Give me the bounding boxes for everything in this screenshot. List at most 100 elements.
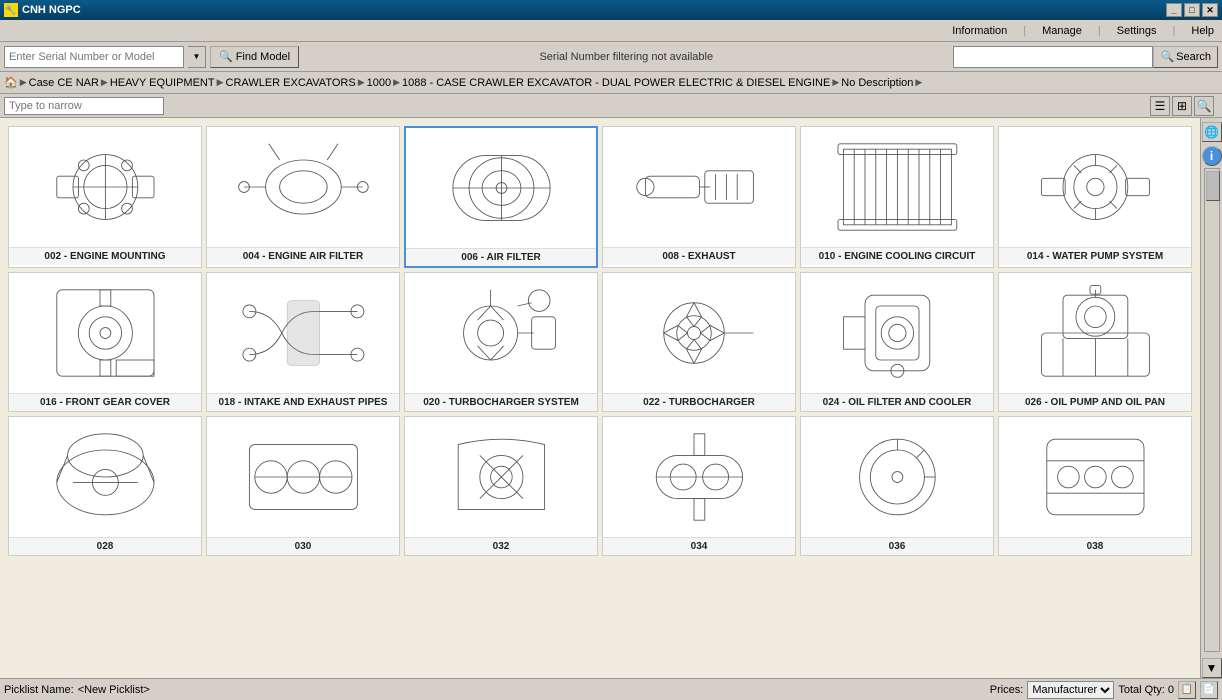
menu-manage[interactable]: Manage xyxy=(1042,25,1082,37)
part-card-038[interactable]: 038 xyxy=(998,416,1192,556)
prices-select[interactable]: ManufacturerDealerRetail xyxy=(1027,681,1114,699)
part-label-032: 032 xyxy=(405,537,597,555)
find-model-icon: 🔍 xyxy=(219,50,233,63)
part-image-014 xyxy=(999,127,1191,247)
part-image-024 xyxy=(801,273,993,393)
status-btn-2[interactable]: 📄 xyxy=(1200,681,1218,699)
breadcrumb-item-3[interactable]: 1000 xyxy=(367,77,391,89)
breadcrumb: 🏠 ▶ Case CE NAR ▶ HEAVY EQUIPMENT ▶ CRAW… xyxy=(0,72,1222,94)
part-label-006: 006 - AIR FILTER xyxy=(406,248,596,266)
app-icon: 🔧 xyxy=(4,3,18,17)
parts-grid-container: 002 - ENGINE MOUNTING 004 - ENGINE AIR FI… xyxy=(0,118,1200,678)
part-card-024[interactable]: 024 - OIL FILTER AND COOLER xyxy=(800,272,994,412)
filter-bar: ☰ ⊞ 🔍 xyxy=(0,94,1222,118)
part-label-024: 024 - OIL FILTER AND COOLER xyxy=(801,393,993,411)
part-label-008: 008 - EXHAUST xyxy=(603,247,795,265)
breadcrumb-item-1[interactable]: HEAVY EQUIPMENT xyxy=(110,77,215,89)
part-card-004[interactable]: 004 - ENGINE AIR FILTER xyxy=(206,126,400,268)
part-label-034: 034 xyxy=(603,537,795,555)
title-bar: 🔧 CNH NGPC _ □ ✕ xyxy=(0,0,1222,20)
list-view-button[interactable]: ☰ xyxy=(1150,96,1170,116)
part-image-026 xyxy=(999,273,1191,393)
part-card-036[interactable]: 036 xyxy=(800,416,994,556)
part-label-020: 020 - TURBOCHARGER SYSTEM xyxy=(405,393,597,411)
status-right: Prices: ManufacturerDealerRetail Total Q… xyxy=(990,681,1218,699)
serial-dropdown-arrow[interactable]: ▼ xyxy=(188,46,206,68)
part-card-028[interactable]: 028 xyxy=(8,416,202,556)
part-card-026[interactable]: 026 - OIL PUMP AND OIL PAN xyxy=(998,272,1192,412)
part-card-010[interactable]: 010 - ENGINE COOLING CIRCUIT xyxy=(800,126,994,268)
serial-status: Serial Number filtering not available xyxy=(303,51,949,63)
find-model-button[interactable]: 🔍 Find Model xyxy=(210,46,299,68)
part-image-036 xyxy=(801,417,993,537)
minimize-button[interactable]: _ xyxy=(1166,3,1182,17)
search-button[interactable]: 🔍 Search xyxy=(1153,46,1218,68)
part-card-034[interactable]: 034 xyxy=(602,416,796,556)
part-label-036: 036 xyxy=(801,537,993,555)
breadcrumb-item-4[interactable]: 1088 - CASE CRAWLER EXCAVATOR - DUAL POW… xyxy=(402,77,830,89)
part-image-022 xyxy=(603,273,795,393)
menu-sep-1: | xyxy=(1023,25,1026,37)
status-left: Picklist Name: <New Picklist> xyxy=(4,684,150,696)
zoom-view-button[interactable]: 🔍 xyxy=(1194,96,1214,116)
prices-label: Prices: xyxy=(990,684,1024,696)
menu-information[interactable]: Information xyxy=(952,25,1007,37)
scrollbar-track[interactable] xyxy=(1204,168,1220,652)
breadcrumb-item-2[interactable]: CRAWLER EXCAVATORS xyxy=(226,77,356,89)
main-area: 002 - ENGINE MOUNTING 004 - ENGINE AIR FI… xyxy=(0,118,1222,678)
part-card-018[interactable]: 018 - INTAKE AND EXHAUST PIPES xyxy=(206,272,400,412)
part-label-026: 026 - OIL PUMP AND OIL PAN xyxy=(999,393,1191,411)
maximize-button[interactable]: □ xyxy=(1184,3,1200,17)
part-card-022[interactable]: 022 - TURBOCHARGER xyxy=(602,272,796,412)
search-input[interactable] xyxy=(953,46,1153,68)
part-image-018 xyxy=(207,273,399,393)
globe-icon[interactable]: 🌐 xyxy=(1202,122,1222,142)
part-image-002 xyxy=(9,127,201,247)
part-card-006[interactable]: 006 - AIR FILTER xyxy=(404,126,598,268)
menu-help[interactable]: Help xyxy=(1191,25,1214,37)
menu-sep-2: | xyxy=(1098,25,1101,37)
scroll-down-icon[interactable]: ▼ xyxy=(1202,658,1222,678)
filter-input[interactable] xyxy=(4,97,164,115)
part-card-008[interactable]: 008 - EXHAUST xyxy=(602,126,796,268)
breadcrumb-home-icon[interactable]: 🏠 xyxy=(4,76,18,89)
part-image-008 xyxy=(603,127,795,247)
part-label-004: 004 - ENGINE AIR FILTER xyxy=(207,247,399,265)
window-controls[interactable]: _ □ ✕ xyxy=(1166,3,1218,17)
info-icon[interactable]: i xyxy=(1202,146,1222,166)
search-icon: 🔍 xyxy=(1160,50,1174,63)
part-card-032[interactable]: 032 xyxy=(404,416,598,556)
grid-view-button[interactable]: ⊞ xyxy=(1172,96,1192,116)
part-image-034 xyxy=(603,417,795,537)
part-label-016: 016 - FRONT GEAR COVER xyxy=(9,393,201,411)
part-label-022: 022 - TURBOCHARGER xyxy=(603,393,795,411)
toolbar: ▼ 🔍 Find Model Serial Number filtering n… xyxy=(0,42,1222,72)
part-image-032 xyxy=(405,417,597,537)
picklist-value: <New Picklist> xyxy=(78,684,150,696)
part-image-030 xyxy=(207,417,399,537)
right-panel: 🌐 i ▼ xyxy=(1200,118,1222,678)
part-card-020[interactable]: 020 - TURBOCHARGER SYSTEM xyxy=(404,272,598,412)
menu-settings[interactable]: Settings xyxy=(1117,25,1157,37)
part-card-030[interactable]: 030 xyxy=(206,416,400,556)
part-card-002[interactable]: 002 - ENGINE MOUNTING xyxy=(8,126,202,268)
part-image-038 xyxy=(999,417,1191,537)
view-icons: ☰ ⊞ 🔍 xyxy=(1150,96,1214,116)
part-card-014[interactable]: 014 - WATER PUMP SYSTEM xyxy=(998,126,1192,268)
part-card-016[interactable]: 016 - FRONT GEAR COVER xyxy=(8,272,202,412)
menu-bar: Information | Manage | Settings | Help xyxy=(0,20,1222,42)
part-image-016 xyxy=(9,273,201,393)
close-button[interactable]: ✕ xyxy=(1202,3,1218,17)
status-bar: Picklist Name: <New Picklist> Prices: Ma… xyxy=(0,678,1222,700)
picklist-label: Picklist Name: xyxy=(4,684,74,696)
part-label-018: 018 - INTAKE AND EXHAUST PIPES xyxy=(207,393,399,411)
breadcrumb-item-5[interactable]: No Description xyxy=(841,77,913,89)
status-btn-1[interactable]: 📋 xyxy=(1178,681,1196,699)
serial-input[interactable] xyxy=(4,46,184,68)
scrollbar-thumb[interactable] xyxy=(1206,171,1220,201)
breadcrumb-item-0[interactable]: Case CE NAR xyxy=(29,77,99,89)
menu-sep-3: | xyxy=(1173,25,1176,37)
part-label-038: 038 xyxy=(999,537,1191,555)
part-image-020 xyxy=(405,273,597,393)
app-title: CNH NGPC xyxy=(22,4,81,16)
